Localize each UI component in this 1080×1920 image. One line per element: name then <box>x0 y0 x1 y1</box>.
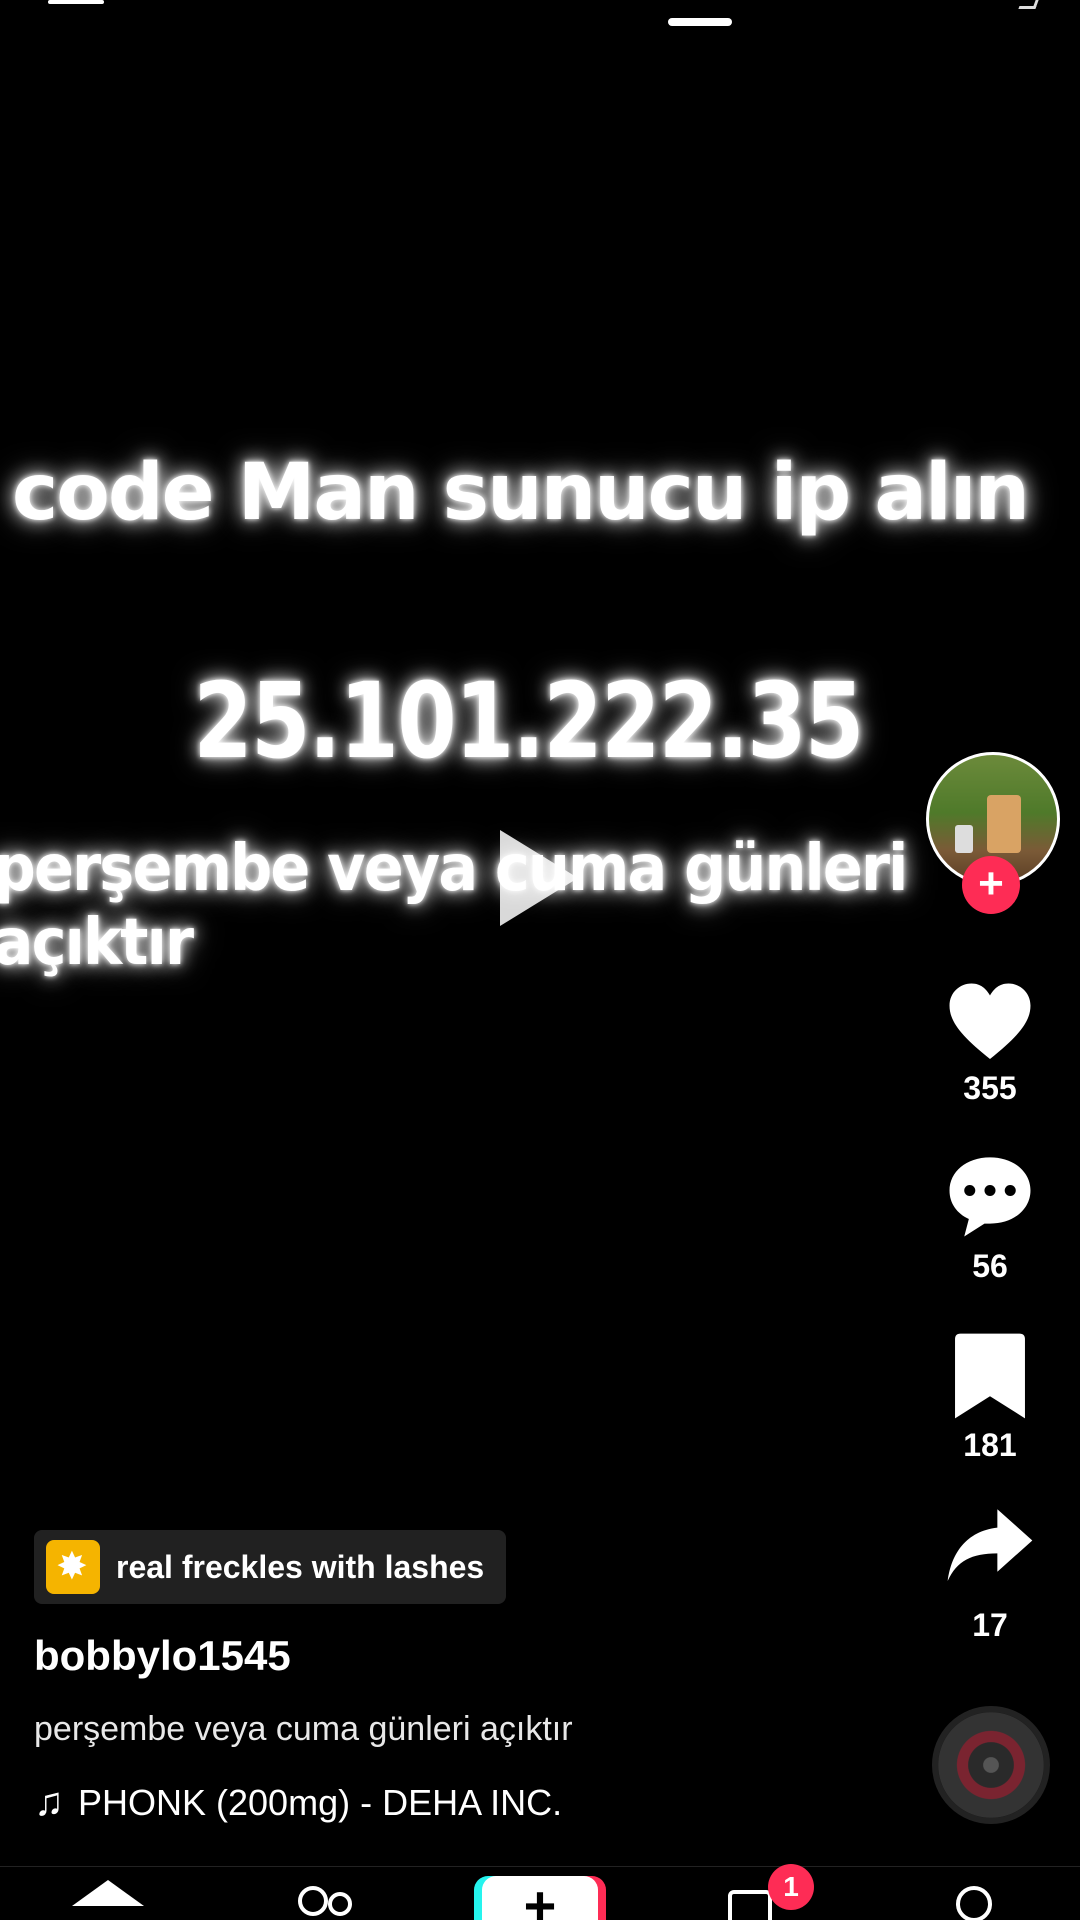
music-info[interactable]: ♫ PHONK (200mg) - DEHA INC. <box>34 1780 562 1825</box>
inbox-icon[interactable] <box>728 1890 772 1920</box>
music-note-icon: ♫ <box>34 1780 64 1824</box>
follow-button[interactable]: + <box>962 856 1020 914</box>
comment-button[interactable] <box>944 1150 1036 1247</box>
like-button[interactable] <box>944 978 1036 1059</box>
music-title: PHONK (200mg) - DEHA INC. <box>78 1781 563 1823</box>
save-count: 181 <box>963 1427 1017 1463</box>
heart-icon <box>949 983 1031 1059</box>
save-button[interactable] <box>944 1330 1036 1427</box>
effect-label: real freckles with lashes <box>116 1548 485 1585</box>
video-overlay-title: code Man sunucu ip alın <box>12 448 1030 538</box>
like-count: 355 <box>963 1070 1017 1106</box>
search-icon[interactable] <box>1018 0 1039 9</box>
effect-sparkle-icon <box>46 1540 100 1594</box>
comment-count: 56 <box>972 1248 1008 1284</box>
share-count: 17 <box>972 1607 1008 1643</box>
inbox-badge: 1 <box>768 1864 814 1910</box>
creator-username[interactable]: bobbylo1545 <box>34 1632 291 1680</box>
feed-tab-indicator <box>668 18 732 26</box>
share-button[interactable] <box>944 1500 1036 1597</box>
video-feed-screen: code Man sunucu ip alın 25.101.222.35 pe… <box>0 0 1080 1920</box>
bookmark-icon <box>955 1333 1025 1419</box>
profile-icon[interactable] <box>956 1886 992 1920</box>
video-overlay-ip: 25.101.222.35 <box>193 660 864 782</box>
plus-icon: + <box>523 1874 557 1920</box>
avatar-figure <box>987 795 1021 853</box>
post-caption[interactable]: perşembe veya cuma günleri açıktır <box>34 1710 573 1749</box>
home-icon[interactable] <box>72 1880 144 1906</box>
avatar-figure-small <box>955 825 973 853</box>
menu-icon[interactable] <box>48 0 104 4</box>
share-arrow-icon <box>947 1509 1033 1581</box>
video-overlay-schedule: perşembe veya cuma günleri açıktır <box>0 832 908 980</box>
effect-chip[interactable]: real freckles with lashes <box>34 1530 507 1604</box>
music-disc-icon[interactable] <box>932 1706 1050 1824</box>
play-icon[interactable] <box>500 830 578 926</box>
friends-icon[interactable] <box>298 1886 358 1916</box>
comment-icon <box>949 1157 1031 1237</box>
create-button[interactable]: + <box>482 1876 598 1920</box>
